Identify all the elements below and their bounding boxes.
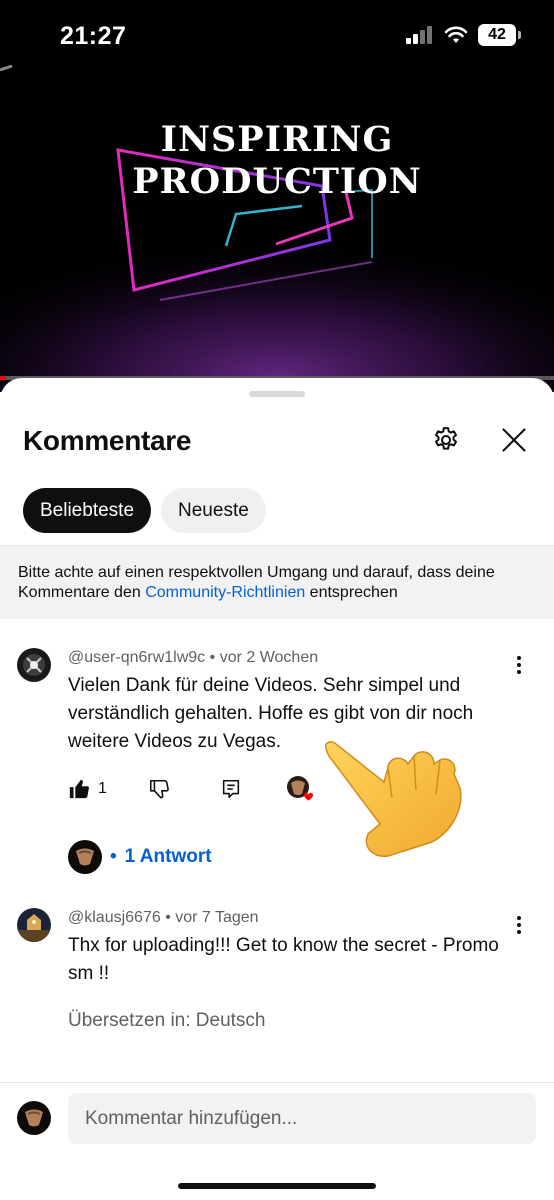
thumbs-up-icon [69, 779, 89, 799]
translate-link[interactable]: Übersetzen in: Deutsch [68, 1010, 266, 1032]
battery-indicator: 42 [478, 24, 521, 46]
comment-text: Thx for uploading!!! Get to know the sec… [68, 935, 499, 984]
comment-author[interactable]: @user-qn6rw1lw9c [68, 649, 205, 666]
reply-avatar-image [68, 840, 102, 874]
reply-button[interactable] [220, 774, 242, 804]
comment-age: vor 7 Tagen [175, 909, 259, 926]
reply-bullet: • [110, 846, 117, 867]
comment-author[interactable]: @klausj6676 [68, 909, 161, 926]
more-vert-icon [517, 656, 521, 660]
notice-text-end: entsprechen [305, 584, 398, 601]
more-dot [517, 663, 521, 667]
chip-newest[interactable]: Neueste [161, 488, 266, 533]
avatar[interactable] [17, 648, 51, 682]
close-icon [502, 428, 526, 452]
video-title-line2: PRODUCTION [132, 161, 422, 202]
thumbs-down-icon [149, 779, 169, 799]
comment-icon [222, 779, 240, 799]
replies-toggle[interactable]: • 1 Antwort [68, 840, 212, 874]
reply-avatar [68, 840, 102, 874]
like-count: 1 [98, 780, 107, 797]
more-dot [517, 923, 521, 927]
comment-age: vor 2 Wochen [219, 649, 319, 666]
creator-heart [286, 774, 316, 804]
video-title-line1: INSPIRING [160, 119, 394, 160]
comment-input[interactable] [68, 1093, 536, 1144]
avatar[interactable] [17, 908, 51, 942]
meta-separator: • [209, 649, 220, 666]
composer-avatar-image [17, 1101, 51, 1135]
reply-count-link[interactable]: 1 Antwort [125, 846, 212, 868]
video-player[interactable]: 21:27 42 INSPIRING PRODUCTION [0, 0, 554, 392]
dislike-button[interactable] [148, 774, 170, 804]
home-indicator [178, 1183, 376, 1189]
avatar-image [17, 648, 51, 682]
sheet-title: Kommentare [23, 425, 192, 456]
meta-separator: • [165, 909, 176, 926]
sort-chips: Beliebteste Neueste [23, 488, 266, 533]
wifi-icon [444, 26, 468, 43]
video-progress-fill [0, 376, 6, 380]
settings-button[interactable] [424, 418, 468, 462]
like-button[interactable]: 1 [68, 774, 107, 804]
composer-avatar [17, 1101, 51, 1135]
comment-composer [0, 1082, 554, 1200]
gear-icon [435, 427, 457, 450]
community-guidelines-link[interactable]: Community-Richtlinien [145, 584, 305, 601]
drag-handle[interactable] [249, 391, 305, 397]
pointing-hand-emoji [324, 741, 462, 857]
status-time: 21:27 [60, 22, 127, 50]
chip-popular[interactable]: Beliebteste [23, 488, 152, 533]
status-bar: 21:27 42 [0, 0, 554, 70]
signal-icon [406, 26, 432, 44]
community-notice: Bitte achte auf einen respektvollen Umga… [0, 545, 554, 619]
more-vert-icon [517, 916, 521, 920]
heart-avatar-icon [287, 776, 313, 801]
avatar-image [17, 908, 51, 942]
comment-actions: 1 [68, 774, 328, 804]
close-button[interactable] [492, 418, 536, 462]
